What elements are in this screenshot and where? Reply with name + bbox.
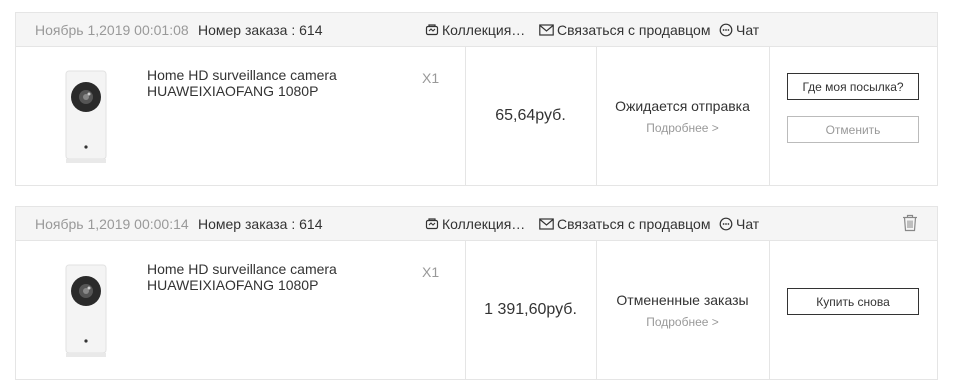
mail-icon <box>539 218 554 230</box>
order-price: 1 391,60руб. <box>484 301 577 318</box>
collection-link[interactable]: Коллекция… <box>425 22 525 38</box>
collection-icon <box>425 24 439 36</box>
order-header: Ноябрь 1,2019 00:01:08 Номер заказа : 61… <box>16 13 937 47</box>
product-quantity: X1 <box>422 70 440 86</box>
order-status-text: Отмененные заказы <box>616 292 749 308</box>
collection-label: Коллекция… <box>442 22 526 38</box>
chat-icon <box>719 23 733 37</box>
order-date: Ноябрь 1,2019 00:01:08 <box>35 22 189 38</box>
chat-label: Чат <box>736 216 760 232</box>
product-image[interactable] <box>56 67 116 167</box>
chat-link[interactable]: Чат <box>719 216 759 232</box>
column-divider <box>769 241 770 380</box>
buy-again-button[interactable]: Купить снова <box>787 288 919 315</box>
contact-seller-link[interactable]: Связаться с продавцом <box>539 22 710 38</box>
column-divider <box>769 47 770 186</box>
order-date: Ноябрь 1,2019 00:00:14 <box>35 216 189 232</box>
contact-seller-link[interactable]: Связаться с продавцом <box>539 216 710 232</box>
collection-link[interactable]: Коллекция… <box>425 216 525 232</box>
order-price: 65,64руб. <box>495 107 566 124</box>
chat-link[interactable]: Чат <box>719 22 759 38</box>
order-status: Отмененные заказы Подробнее > <box>596 292 769 329</box>
mail-icon <box>539 24 554 36</box>
order-status: Ожидается отправка Подробнее > <box>596 98 769 135</box>
product-name[interactable]: Home HD surveillance camera HUAWEIXIAOFA… <box>147 261 387 293</box>
contact-seller-label: Связаться с продавцом <box>557 216 711 232</box>
order-body: Home HD surveillance camera HUAWEIXIAOFA… <box>16 241 937 380</box>
order-status-text: Ожидается отправка <box>615 98 750 114</box>
order-number: Номер заказа : 614 <box>198 216 323 232</box>
order-header: Ноябрь 1,2019 00:00:14 Номер заказа : 61… <box>16 207 937 241</box>
chat-label: Чат <box>736 22 760 38</box>
details-link[interactable]: Подробнее > <box>596 121 769 135</box>
track-package-button[interactable]: Где моя посылка? <box>787 73 919 100</box>
order-number: Номер заказа : 614 <box>198 22 323 38</box>
order-card: Ноябрь 1,2019 00:01:08 Номер заказа : 61… <box>15 12 938 186</box>
trash-icon <box>903 214 917 232</box>
product-image[interactable] <box>56 261 116 361</box>
delete-order-button[interactable] <box>902 214 918 235</box>
collection-label: Коллекция… <box>442 216 526 232</box>
collection-icon <box>425 218 439 230</box>
product-quantity: X1 <box>422 264 440 280</box>
order-card: Ноябрь 1,2019 00:00:14 Номер заказа : 61… <box>15 206 938 380</box>
cancel-order-button[interactable]: Отменить <box>787 116 919 143</box>
product-name[interactable]: Home HD surveillance camera HUAWEIXIAOFA… <box>147 67 387 99</box>
contact-seller-label: Связаться с продавцом <box>557 22 711 38</box>
order-body: Home HD surveillance camera HUAWEIXIAOFA… <box>16 47 937 186</box>
chat-icon <box>719 217 733 231</box>
details-link[interactable]: Подробнее > <box>596 315 769 329</box>
